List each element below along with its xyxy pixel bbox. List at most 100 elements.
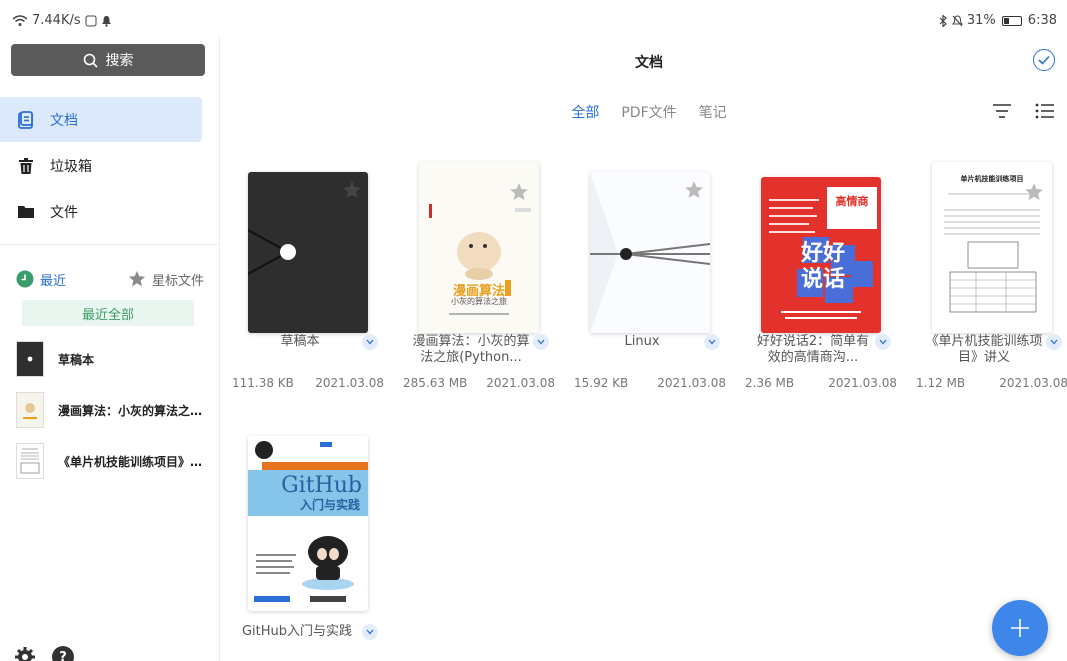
favorite-star-icon[interactable]: [342, 180, 362, 200]
comic-algorithm-thumbnail: [16, 392, 44, 428]
sidebar-item-files[interactable]: 文件: [0, 189, 202, 234]
more-options-button[interactable]: [362, 624, 378, 640]
status-right: 31% 6:38: [939, 13, 1057, 28]
sidebar-item-label: 垃圾箱: [50, 158, 92, 175]
document-meta: 285.63 MB 2021.03.08: [403, 376, 555, 390]
plus-icon: [1011, 619, 1029, 637]
mcu-handout-thumbnail: [16, 443, 44, 479]
cover-subtitle: 小灰的算法之旅: [451, 297, 507, 306]
sidebar-item-documents[interactable]: 文档: [0, 97, 202, 142]
sidebar-footer: ?: [14, 646, 74, 661]
file-date: 2021.03.08: [999, 376, 1067, 390]
sort-icon: [993, 104, 1011, 118]
github-book-cover: GitHub 入门与实践: [248, 436, 368, 611]
folder-icon: [16, 202, 36, 222]
status-bar: 7.44K/s 31% 6:38: [0, 0, 1067, 40]
cover-big-title: 好好说话: [801, 241, 846, 292]
search-button[interactable]: 搜索: [11, 44, 205, 76]
clock-icon: [16, 270, 34, 288]
filter-tabs: 全部 PDF文件 笔记: [221, 102, 1067, 122]
document-title: GitHub入门与实践: [241, 624, 353, 639]
favorite-star-icon[interactable]: [509, 182, 529, 202]
tab-recent-label: 最近: [40, 273, 67, 289]
add-document-button[interactable]: [992, 600, 1048, 656]
page-title: 文档: [635, 55, 663, 71]
recent-item-title: 《单片机技能训练项目》讲义: [58, 454, 206, 469]
cover-subtitle: 入门与实践: [299, 498, 360, 512]
document-title: 《单片机技能训练项目》讲义: [925, 334, 1043, 365]
list-view-icon: [1035, 103, 1054, 119]
chevron-down-icon: [366, 629, 374, 635]
document-meta: 1.12 MB 2021.03.08: [916, 376, 1067, 390]
file-size: 1.12 MB: [916, 376, 966, 390]
tab-starred-label: 星标文件: [152, 273, 205, 289]
chevron-down-icon: [879, 339, 887, 345]
chevron-down-icon: [366, 339, 374, 345]
recent-item-title: 漫画算法：小灰的算法之旅(Python篇): [58, 403, 206, 418]
sim-icon: [85, 15, 97, 26]
document-title: 漫画算法：小灰的算法之旅(Python...: [412, 334, 530, 365]
more-options-button[interactable]: [704, 334, 720, 350]
file-date: 2021.03.08: [315, 376, 384, 390]
search-label: 搜索: [105, 53, 134, 69]
battery-percent: 31%: [966, 13, 996, 28]
tab-recent[interactable]: 最近: [16, 270, 66, 289]
sidebar-item-label: 文件: [50, 204, 78, 221]
more-options-button[interactable]: [362, 334, 378, 350]
favorite-star-icon[interactable]: [1024, 182, 1044, 202]
recent-item-title: 草稿本: [58, 352, 95, 367]
more-options-button[interactable]: [875, 334, 891, 350]
star-icon: [129, 271, 145, 287]
settings-gear-icon[interactable]: [14, 646, 36, 661]
chevron-down-icon: [537, 339, 545, 345]
network-speed: 7.44K/s: [32, 13, 81, 28]
chevron-down-icon: [1050, 339, 1058, 345]
trash-icon: [16, 156, 36, 176]
recent-item-scratchpad[interactable]: 草稿本: [16, 340, 208, 378]
comic-algorithm-cover: 漫画算法 小灰的算法之旅: [419, 162, 539, 333]
file-size: 15.92 KB: [574, 376, 629, 390]
sidebar-divider: [0, 244, 220, 245]
battery-level: [1003, 17, 1009, 24]
document-title: Linux: [624, 334, 660, 349]
check-icon: [1038, 55, 1050, 65]
sidebar-item-trash[interactable]: 垃圾箱: [0, 143, 202, 188]
select-mode-button[interactable]: [1033, 49, 1055, 71]
recent-item-mcu-handout[interactable]: 《单片机技能训练项目》讲义: [16, 442, 208, 480]
clock-time: 6:38: [1027, 13, 1057, 28]
recent-all-button[interactable]: 最近全部: [22, 300, 194, 326]
document-meta: 2.36 MB 2021.03.08: [745, 376, 897, 390]
bluetooth-icon: [939, 14, 947, 27]
recent-item-comic-algorithm[interactable]: 漫画算法：小灰的算法之旅(Python篇): [16, 391, 208, 429]
chevron-down-icon: [708, 339, 716, 345]
tab-starred[interactable]: 星标文件: [128, 270, 204, 289]
battery-icon: [1001, 15, 1022, 26]
file-date: 2021.03.08: [657, 376, 726, 390]
favorite-star-icon[interactable]: [684, 180, 704, 200]
scratchpad-thumbnail: [16, 341, 44, 377]
linux-cover: [590, 172, 710, 333]
more-options-button[interactable]: [1046, 334, 1062, 350]
mute-icon: [951, 14, 963, 26]
sidebar-item-label: 文档: [50, 112, 78, 129]
help-icon[interactable]: ?: [52, 646, 74, 661]
more-options-button[interactable]: [533, 334, 549, 350]
tab-all[interactable]: 全部: [571, 102, 599, 122]
tab-pdf[interactable]: PDF文件: [621, 102, 676, 122]
file-size: 285.63 MB: [403, 376, 468, 390]
list-view-button[interactable]: [1034, 100, 1056, 122]
document-meta: 15.92 KB 2021.03.08: [574, 376, 726, 390]
notification-bell-icon: [101, 15, 111, 27]
document-title: 好好说话2：简单有效的高情商沟...: [756, 334, 870, 365]
status-left: 7.44K/s: [12, 13, 112, 28]
file-date: 2021.03.08: [828, 376, 897, 390]
cover-title: 高情商: [835, 195, 869, 208]
file-size: 2.36 MB: [745, 376, 795, 390]
eq-book-cover: 高情商 好好说话: [761, 177, 881, 333]
mcu-handout-cover: 单片机技能训练项目: [932, 162, 1052, 333]
sort-filter-button[interactable]: [991, 100, 1013, 122]
sidebar: 搜索 文档 垃圾箱 文件 最近 星标文件 最近全部 草稿本 漫画算法：小灰的算法…: [0, 36, 220, 661]
tab-notes[interactable]: 笔记: [699, 102, 727, 122]
recent-tabs: 最近 星标文件: [16, 268, 206, 290]
file-date: 2021.03.08: [486, 376, 555, 390]
